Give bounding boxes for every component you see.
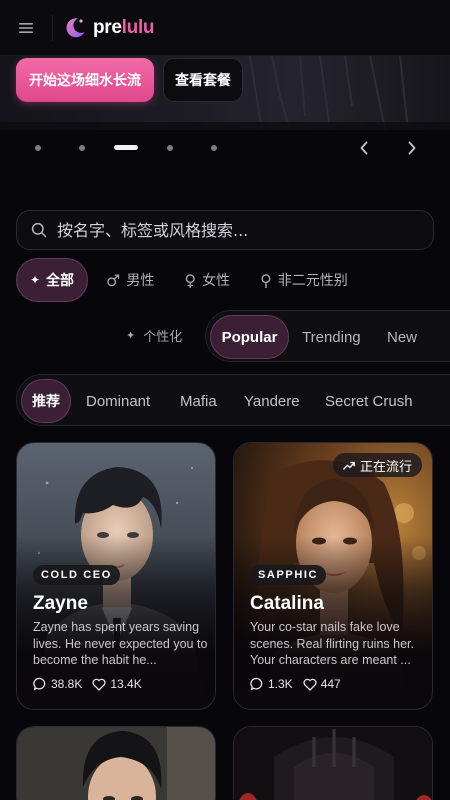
tag-filter-row: 推荐 Dominant Mafia Yandere Secret Crush bbox=[16, 374, 450, 426]
filter-all-label: 全部 bbox=[46, 272, 75, 288]
sort-tabs: Popular Trending New bbox=[205, 310, 450, 362]
carousel-next-button[interactable] bbox=[400, 136, 424, 160]
trending-label: 正在流行 bbox=[359, 459, 412, 475]
filter-nonbinary-chip[interactable]: ⚲ 非二元性别 bbox=[260, 270, 348, 290]
character-category-badge: COLD CEO bbox=[33, 565, 120, 585]
character-stats: 38.8K 13.4K bbox=[33, 677, 152, 691]
filter-female-chip[interactable]: ♀ 女性 bbox=[184, 270, 230, 290]
filter-all-chip[interactable]: ✦ 全部 bbox=[16, 258, 88, 302]
carousel-dot[interactable] bbox=[79, 145, 85, 151]
filter-nonbinary-label: 非二元性别 bbox=[277, 273, 348, 289]
chat-bubble-icon bbox=[250, 677, 263, 691]
search-bar[interactable] bbox=[16, 210, 434, 250]
like-count-value: 13.4K bbox=[110, 677, 142, 691]
filter-male-chip[interactable]: ♂ 男性 bbox=[106, 270, 154, 290]
character-portrait-image bbox=[234, 727, 432, 800]
tag-dominant[interactable]: Dominant bbox=[86, 379, 150, 423]
like-count: 13.4K bbox=[92, 677, 142, 691]
brand-wordmark: prelulu bbox=[93, 16, 155, 39]
character-stats: 1.3K 447 bbox=[250, 677, 351, 691]
brand-wordmark-lulu: lulu bbox=[121, 16, 155, 38]
trending-badge: 正在流行 bbox=[332, 453, 422, 477]
carousel-dot[interactable] bbox=[167, 145, 173, 151]
start-journey-button[interactable]: 开始这场细水长流 bbox=[16, 58, 154, 102]
chevron-left-icon bbox=[360, 141, 368, 155]
character-name: Catalina bbox=[250, 593, 324, 614]
sparkle-icon: ✦ bbox=[126, 329, 136, 342]
carousel-dot[interactable] bbox=[35, 145, 41, 151]
female-icon: ♀ bbox=[184, 270, 197, 290]
filter-male-label: 男性 bbox=[126, 273, 155, 289]
trending-up-icon bbox=[343, 461, 355, 470]
character-description: Zayne has spent years saving lives. He n… bbox=[33, 620, 208, 667]
sort-popular-tab[interactable]: Popular bbox=[210, 315, 289, 359]
heart-icon bbox=[303, 678, 317, 691]
carousel-dot-active[interactable] bbox=[114, 145, 138, 150]
sort-trending-tab[interactable]: Trending bbox=[302, 315, 361, 359]
brand-wordmark-pre: pre bbox=[93, 16, 122, 38]
hero-banner: 开始这场细水长流 查看套餐 bbox=[0, 56, 450, 130]
message-count-value: 38.8K bbox=[51, 677, 83, 691]
personalized-toggle[interactable]: ✦ 个性化 bbox=[126, 326, 182, 345]
tag-secret-crush[interactable]: Secret Crush bbox=[325, 379, 413, 423]
character-card[interactable] bbox=[233, 726, 433, 800]
brand-logo[interactable]: prelulu bbox=[63, 16, 155, 40]
filter-female-label: 女性 bbox=[202, 273, 231, 289]
view-plans-button[interactable]: 查看套餐 bbox=[163, 58, 243, 102]
character-card[interactable]: COLD CEO Zayne Zayne has spent years sav… bbox=[16, 442, 216, 710]
character-card[interactable]: 正在流行 SAPPHIC Catalina Your co-star nails… bbox=[233, 442, 433, 710]
like-count-value: 447 bbox=[320, 677, 341, 691]
nonbinary-icon: ⚲ bbox=[260, 270, 272, 290]
crescent-moon-logo-icon bbox=[66, 17, 85, 37]
character-category-badge: SAPPHIC bbox=[250, 565, 327, 585]
tag-mafia[interactable]: Mafia bbox=[180, 379, 217, 423]
tag-recommended[interactable]: 推荐 bbox=[21, 379, 71, 423]
carousel-controls bbox=[0, 130, 450, 166]
gender-filter-row: ✦ 全部 ♂ 男性 ♀ 女性 ⚲ 非二元性别 bbox=[16, 258, 348, 302]
chevron-right-icon bbox=[408, 141, 416, 155]
character-name: Zayne bbox=[33, 593, 88, 614]
carousel-dot[interactable] bbox=[211, 145, 217, 151]
message-count: 1.3K bbox=[250, 677, 293, 691]
chat-bubble-icon bbox=[33, 677, 46, 691]
search-input[interactable] bbox=[57, 220, 417, 240]
sort-new-tab[interactable]: New bbox=[387, 315, 417, 359]
menu-button[interactable] bbox=[0, 0, 52, 56]
character-card[interactable] bbox=[16, 726, 216, 800]
personalized-label: 个性化 bbox=[143, 330, 183, 345]
sort-row: ✦ 个性化 Popular Trending New bbox=[0, 310, 450, 362]
search-icon bbox=[31, 222, 47, 238]
header-divider bbox=[52, 14, 53, 41]
message-count: 38.8K bbox=[33, 677, 82, 691]
character-portrait-image bbox=[17, 727, 215, 800]
male-icon: ♂ bbox=[106, 270, 121, 290]
message-count-value: 1.3K bbox=[268, 677, 293, 691]
top-header: prelulu bbox=[0, 0, 450, 56]
carousel-prev-button[interactable] bbox=[352, 136, 376, 160]
character-description: Your co-star nails fake love scenes. Rea… bbox=[250, 620, 414, 667]
tag-yandere[interactable]: Yandere bbox=[244, 379, 300, 423]
sparkle-icon: ✦ bbox=[29, 273, 41, 287]
hamburger-menu-icon bbox=[19, 22, 33, 33]
like-count: 447 bbox=[303, 677, 341, 691]
heart-icon bbox=[92, 678, 106, 691]
